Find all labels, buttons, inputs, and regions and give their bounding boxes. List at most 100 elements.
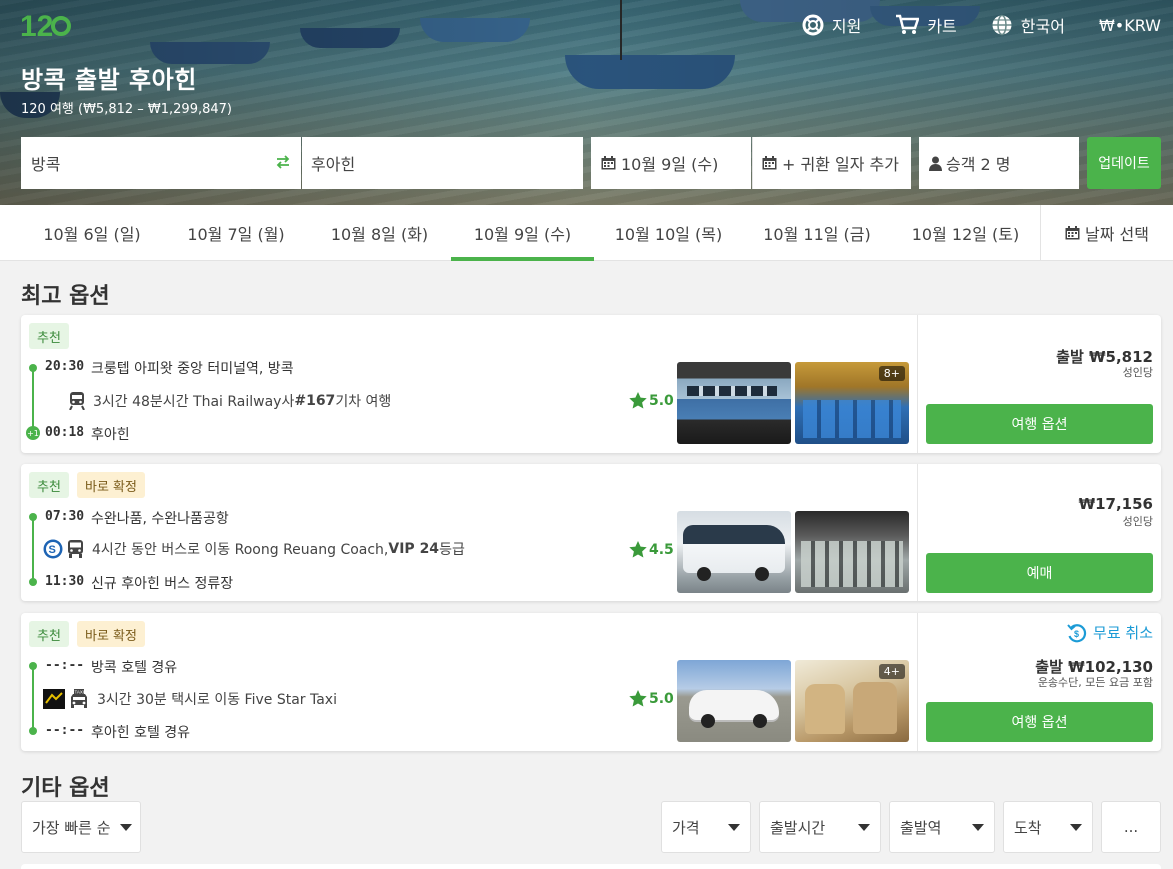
trip-options-button[interactable]: 여행 옵션 — [926, 702, 1153, 742]
to-field[interactable]: 후아힌 — [302, 137, 583, 189]
photo-count: 8+ — [878, 366, 905, 381]
filter-departure-time-dropdown[interactable]: 출발시간 — [759, 801, 881, 853]
chevron-down-icon — [858, 824, 870, 831]
depart-stop: 방콕 호텔 경유 — [91, 660, 178, 676]
day-offset-badge: +1 — [26, 426, 40, 440]
recommended-badge: 추천 — [29, 323, 69, 349]
trip-description: 3시간 48분시간 Thai Railway사 — [93, 394, 295, 410]
date-tab[interactable]: 10월 7일 (월) — [164, 205, 308, 261]
trip-info: TAXI 3시간 30분 택시로 이동 Five Star Taxi — [43, 689, 337, 709]
trip-description: 3시간 30분 택시로 이동 Five Star Taxi — [97, 692, 337, 708]
date-tabs: 10월 6일 (일) 10월 7일 (월) 10월 8일 (화) 10월 9일 … — [0, 205, 1173, 261]
depart-stop: 크룽텝 아피왓 중앙 터미널역, 방콕 — [91, 361, 294, 377]
bus-class: VIP 24 — [388, 541, 440, 557]
recommended-badge: 추천 — [29, 621, 69, 647]
depart-time: --:-- — [45, 658, 85, 673]
filter-price-dropdown[interactable]: 가격 — [661, 801, 751, 853]
nav-support[interactable]: 지원 — [802, 12, 861, 38]
timeline-line — [32, 517, 34, 583]
arrive-time: --:-- — [45, 723, 85, 738]
filter-departure-station-dropdown[interactable]: 출발역 — [889, 801, 995, 853]
timeline-dot — [29, 578, 37, 586]
book-button[interactable]: 예매 — [926, 553, 1153, 593]
update-button[interactable]: 업데이트 — [1087, 137, 1161, 189]
filter-label: 출발역 — [900, 818, 942, 837]
filter-label: 가격 — [672, 818, 700, 837]
refund-icon: $ — [1067, 623, 1087, 642]
from-field-value: 방콕 — [31, 155, 61, 174]
card-divider — [917, 315, 918, 453]
free-cancel-label[interactable]: $ 무료 취소 — [1067, 622, 1153, 643]
date-tab[interactable]: 10월 12일 (토) — [891, 205, 1040, 261]
timeline-dot — [29, 364, 37, 372]
trip-card[interactable]: 추천 바로 확정 --:-- 방콕 호텔 경유 TAXI 3시간 30분 택시로… — [21, 613, 1161, 751]
rating: 4.5 — [629, 541, 674, 558]
nav-currency[interactable]: ₩•KRW — [1099, 12, 1161, 38]
train-interior-photo[interactable]: 8+ — [795, 362, 909, 444]
train-number: #167 — [294, 393, 336, 409]
timeline-line — [32, 368, 34, 434]
free-cancel-text: 무료 취소 — [1093, 624, 1153, 642]
arrive-stop: 후아힌 — [91, 427, 130, 443]
date-tab[interactable]: 10월 8일 (화) — [308, 205, 451, 261]
trip-card[interactable]: 추천 +1 20:30 크룽텝 아피왓 중앙 터미널역, 방콕 3시간 48분시… — [21, 315, 1161, 453]
trip-description: 4시간 동안 버스로 이동 Roong Reuang Coach, — [92, 542, 389, 558]
bus-interior-photo[interactable] — [795, 511, 909, 593]
nav-cart[interactable]: 카트 — [895, 12, 957, 38]
hero-banner: 12 지원 카트 한국어 ₩•KRW 방콕 출발 후아힌 120 여행 (₩5,… — [0, 0, 1173, 205]
date-picker-label: 날짜 선택 — [1085, 225, 1149, 244]
arrive-time: 11:30 — [45, 574, 85, 589]
filter-label: 도착 — [1014, 818, 1042, 837]
nav-language[interactable]: 한국어 — [991, 12, 1065, 38]
to-field-value: 후아힌 — [311, 155, 356, 174]
trip-card[interactable]: 추천 바로 확정 07:30 수완나품, 수완나품공항 S 4시간 동안 버스로… — [21, 464, 1161, 601]
date-tab[interactable]: 10월 6일 (일) — [20, 205, 164, 261]
trip-options-button[interactable]: 여행 옵션 — [926, 404, 1153, 444]
date-picker-button[interactable]: 날짜 선택 — [1040, 205, 1173, 261]
taxi-interior-photo[interactable]: 4+ — [795, 660, 909, 742]
chevron-down-icon — [728, 824, 740, 831]
star-icon — [629, 690, 647, 707]
trip-card-partial — [21, 864, 1161, 869]
rating-value: 5.0 — [649, 690, 674, 707]
depart-date-value: 10월 9일 (수) — [621, 155, 719, 174]
date-tab-active[interactable]: 10월 9일 (수) — [451, 205, 594, 261]
depart-date-field[interactable]: 10월 9일 (수) — [591, 137, 751, 189]
swap-icon[interactable] — [275, 154, 291, 170]
instant-confirm-badge: 바로 확정 — [77, 621, 145, 647]
calendar-icon — [1065, 226, 1080, 240]
from-field[interactable]: 방콕 — [21, 137, 301, 189]
date-tab[interactable]: 10월 10일 (목) — [594, 205, 743, 261]
return-date-field[interactable]: + 귀환 일자 추가 — [752, 137, 911, 189]
taxi-icon: TAXI — [69, 689, 89, 709]
star-icon — [629, 392, 647, 409]
depart-stop: 수완나품, 수완나품공항 — [91, 511, 229, 527]
logo-icon[interactable]: 12 — [20, 6, 72, 42]
date-tab[interactable]: 10월 11일 (금) — [743, 205, 891, 261]
train-icon — [69, 392, 85, 410]
timeline-dot — [29, 662, 37, 670]
price: ₩17,156 — [1078, 495, 1153, 513]
trip-description-end: 기차 여행 — [335, 394, 392, 410]
trip-description-end: 등급 — [439, 542, 465, 558]
timeline-dot — [29, 727, 37, 735]
calendar-icon — [601, 156, 616, 170]
more-filters-button[interactable]: ... — [1101, 801, 1161, 853]
passengers-field[interactable]: 승객 2 명 — [919, 137, 1079, 189]
taxi-car-photo[interactable] — [677, 660, 791, 742]
passengers-value: 승객 2 명 — [946, 155, 1011, 174]
depart-time: 07:30 — [45, 509, 85, 524]
card-divider — [917, 464, 918, 601]
train-exterior-photo[interactable] — [677, 362, 791, 444]
nav-currency-label: ₩•KRW — [1098, 15, 1161, 35]
timeline-line — [32, 666, 34, 732]
chevron-down-icon — [1070, 824, 1082, 831]
rating-value: 5.0 — [649, 392, 674, 409]
bus-exterior-photo[interactable] — [677, 511, 791, 593]
sort-dropdown[interactable]: 가장 빠른 순 — [21, 801, 141, 853]
arrive-stop: 신규 후아힌 버스 정류장 — [91, 576, 234, 592]
taxi-operator-logo-icon — [43, 689, 65, 709]
filter-label: 출발시간 — [770, 818, 826, 837]
price-note: 성인당 — [1122, 515, 1153, 528]
filter-arrival-dropdown[interactable]: 도착 — [1003, 801, 1093, 853]
